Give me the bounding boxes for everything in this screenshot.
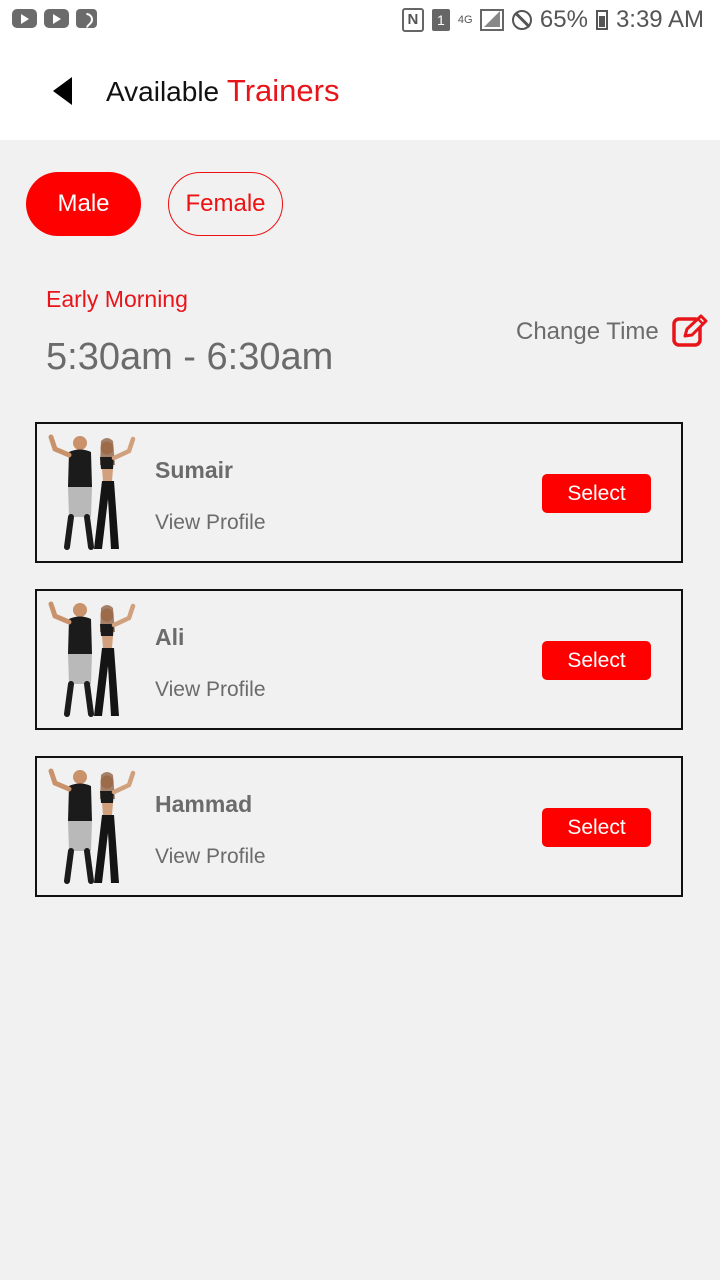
signal-icon (479, 9, 504, 31)
trainer-card: Ali View Profile Select (35, 589, 683, 730)
slot-label: Early Morning (46, 286, 188, 312)
youtube-icon (12, 9, 37, 28)
trainer-card: Hammad View Profile Select (35, 756, 683, 897)
back-arrow-icon[interactable] (53, 77, 72, 105)
trainer-card: Sumair View Profile Select (35, 422, 683, 563)
trainer-name: Ali (155, 624, 185, 650)
trainer-photo (48, 434, 136, 550)
select-button[interactable]: Select (542, 808, 651, 847)
edit-icon[interactable] (672, 314, 708, 348)
network-type: 4G (457, 14, 473, 26)
view-profile-link[interactable]: View Profile (155, 511, 266, 535)
female-filter-button[interactable]: Female (168, 172, 283, 236)
system-icons: N 1 4G 65% 3:39 AM (401, 6, 704, 34)
battery-icon (595, 10, 608, 30)
page-title-plain: Available (106, 76, 220, 107)
trainer-name: Hammad (155, 791, 253, 817)
status-bar: N 1 4G 65% 3:39 AM (0, 0, 720, 40)
select-button[interactable]: Select (542, 641, 651, 680)
select-button[interactable]: Select (542, 474, 651, 513)
wifi-icon (76, 9, 97, 28)
sim-icon: 1 (431, 9, 450, 31)
clock: 3:39 AM (615, 6, 704, 33)
trainer-name: Sumair (155, 457, 233, 483)
change-time-link[interactable]: Change Time (516, 318, 659, 346)
view-profile-link[interactable]: View Profile (155, 678, 266, 702)
app-header: Available Trainers (0, 40, 720, 140)
youtube-icon (44, 9, 69, 28)
trainer-photo (48, 768, 136, 884)
male-filter-button[interactable]: Male (26, 172, 141, 236)
page-title-accent: Trainers (226, 73, 340, 108)
trainer-photo (48, 601, 136, 717)
page-title: Available Trainers (106, 73, 339, 109)
slot-time: 5:30am - 6:30am (46, 336, 334, 378)
view-profile-link[interactable]: View Profile (155, 845, 266, 869)
nfc-icon: N (401, 8, 424, 32)
notification-icons (12, 9, 97, 28)
battery-percent: 65% (539, 6, 588, 33)
do-not-disturb-icon (511, 10, 532, 30)
